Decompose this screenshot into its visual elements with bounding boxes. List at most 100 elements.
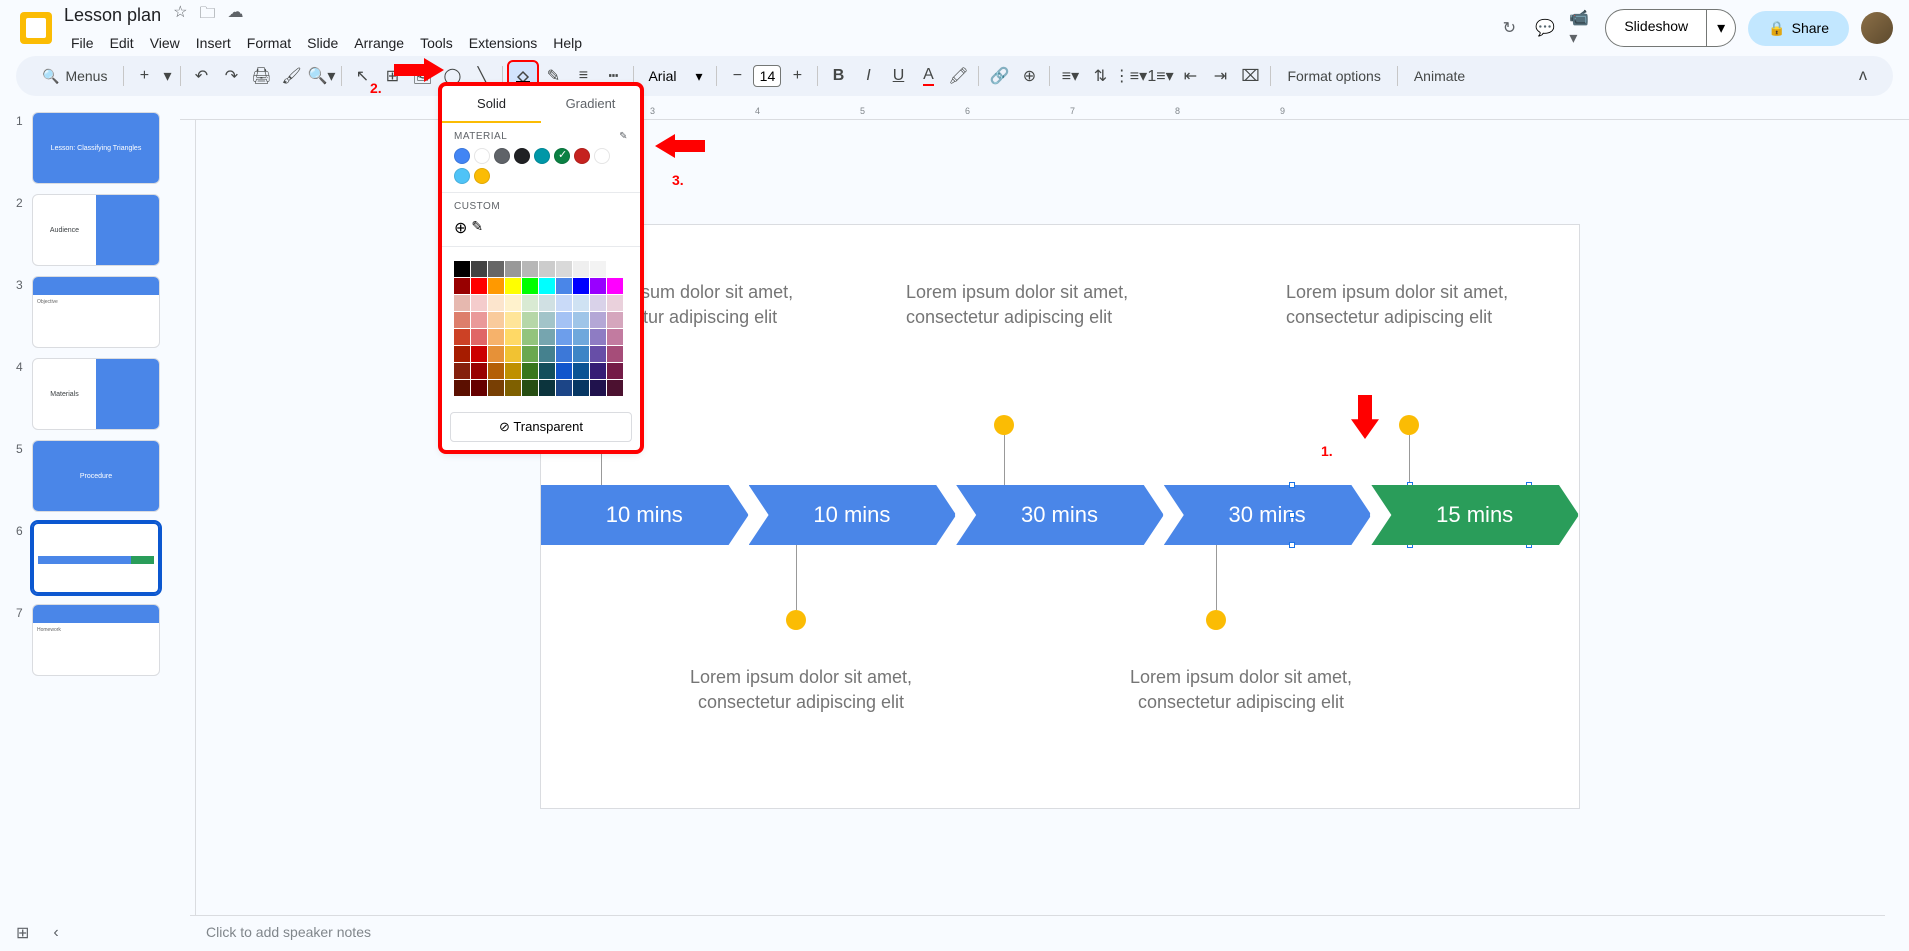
palette-swatch[interactable]: [556, 295, 572, 311]
palette-swatch[interactable]: [454, 329, 470, 345]
text-block-top-3[interactable]: Lorem ipsum dolor sit amet, consectetur …: [1286, 280, 1536, 330]
menu-help[interactable]: Help: [546, 31, 589, 55]
palette-swatch[interactable]: [454, 278, 470, 294]
palette-swatch[interactable]: [454, 261, 470, 277]
redo-button[interactable]: ↷: [217, 62, 245, 90]
palette-swatch[interactable]: [505, 312, 521, 328]
menu-file[interactable]: File: [64, 31, 101, 55]
slide-thumb-2[interactable]: Audience: [32, 194, 160, 266]
material-swatch[interactable]: [494, 148, 510, 164]
palette-swatch[interactable]: [454, 312, 470, 328]
palette-swatch[interactable]: [488, 380, 504, 396]
palette-swatch[interactable]: [488, 329, 504, 345]
eyedropper-button[interactable]: ✎: [471, 218, 483, 238]
document-title[interactable]: Lesson plan: [64, 5, 161, 26]
palette-swatch[interactable]: [505, 329, 521, 345]
palette-swatch[interactable]: [607, 380, 623, 396]
palette-swatch[interactable]: [454, 295, 470, 311]
add-custom-color-button[interactable]: ⊕: [454, 218, 467, 238]
palette-swatch[interactable]: [522, 312, 538, 328]
timeline-dot[interactable]: [786, 610, 806, 630]
new-slide-dropdown[interactable]: ▾: [160, 62, 174, 90]
search-menus[interactable]: 🔍Menus: [32, 64, 117, 89]
star-icon[interactable]: ☆: [173, 2, 187, 29]
palette-swatch[interactable]: [539, 261, 555, 277]
palette-swatch[interactable]: [505, 278, 521, 294]
palette-swatch[interactable]: [573, 329, 589, 345]
palette-swatch[interactable]: [539, 329, 555, 345]
grid-view-icon[interactable]: ⊞: [16, 923, 29, 943]
material-swatch[interactable]: [574, 148, 590, 164]
indent-decrease-button[interactable]: ⇤: [1176, 62, 1204, 90]
palette-swatch[interactable]: [488, 346, 504, 362]
font-size-input[interactable]: [753, 65, 781, 87]
chevron-1[interactable]: 10 mins: [541, 485, 749, 545]
bullet-list-button[interactable]: ⋮≡▾: [1116, 62, 1144, 90]
palette-swatch[interactable]: [590, 261, 606, 277]
number-list-button[interactable]: 1≡▾: [1146, 62, 1174, 90]
edit-icon[interactable]: ✎: [619, 131, 628, 142]
chevron-4[interactable]: 30 mins: [1164, 485, 1372, 545]
palette-swatch[interactable]: [522, 278, 538, 294]
palette-swatch[interactable]: [505, 363, 521, 379]
timeline-dot[interactable]: [1206, 610, 1226, 630]
material-swatch[interactable]: [514, 148, 530, 164]
palette-swatch[interactable]: [556, 261, 572, 277]
palette-swatch[interactable]: [539, 295, 555, 311]
material-swatch[interactable]: [594, 148, 610, 164]
line-spacing-button[interactable]: ⇅: [1086, 62, 1114, 90]
palette-swatch[interactable]: [522, 329, 538, 345]
speaker-notes[interactable]: Click to add speaker notes: [190, 915, 1885, 951]
palette-swatch[interactable]: [539, 363, 555, 379]
palette-swatch[interactable]: [556, 329, 572, 345]
slide-canvas[interactable]: Lorem ipsum dolor sit amet, consectetur …: [540, 224, 1580, 809]
slideshow-dropdown[interactable]: ▾: [1707, 9, 1736, 47]
material-swatch[interactable]: [474, 148, 490, 164]
palette-swatch[interactable]: [607, 278, 623, 294]
slideshow-button[interactable]: Slideshow: [1605, 9, 1707, 47]
palette-swatch[interactable]: [471, 278, 487, 294]
palette-swatch[interactable]: [573, 380, 589, 396]
selection-handle[interactable]: [1289, 482, 1295, 488]
palette-swatch[interactable]: [539, 278, 555, 294]
palette-swatch[interactable]: [539, 312, 555, 328]
menu-slide[interactable]: Slide: [300, 31, 345, 55]
palette-swatch[interactable]: [590, 380, 606, 396]
palette-swatch[interactable]: [590, 295, 606, 311]
palette-swatch[interactable]: [573, 278, 589, 294]
font-family-select[interactable]: Arial▾: [640, 64, 710, 89]
menu-edit[interactable]: Edit: [103, 31, 141, 55]
palette-swatch[interactable]: [590, 278, 606, 294]
share-button[interactable]: 🔒 Share: [1748, 11, 1849, 46]
palette-swatch[interactable]: [488, 295, 504, 311]
palette-swatch[interactable]: [607, 346, 623, 362]
chevron-2[interactable]: 10 mins: [749, 485, 957, 545]
collapse-toolbar-button[interactable]: ʌ: [1849, 62, 1877, 90]
palette-swatch[interactable]: [539, 346, 555, 362]
align-button[interactable]: ≡▾: [1056, 62, 1084, 90]
selection-handle[interactable]: [1289, 542, 1295, 548]
palette-swatch[interactable]: [556, 363, 572, 379]
palette-swatch[interactable]: [556, 346, 572, 362]
palette-swatch[interactable]: [522, 295, 538, 311]
palette-swatch[interactable]: [488, 363, 504, 379]
text-block-top-2[interactable]: Lorem ipsum dolor sit amet, consectetur …: [906, 280, 1156, 330]
text-block-bot-2[interactable]: Lorem ipsum dolor sit amet, consectetur …: [1116, 665, 1366, 715]
menu-view[interactable]: View: [143, 31, 187, 55]
palette-swatch[interactable]: [505, 380, 521, 396]
paint-format-button[interactable]: 🖌: [277, 62, 305, 90]
palette-swatch[interactable]: [556, 278, 572, 294]
palette-swatch[interactable]: [454, 363, 470, 379]
tab-gradient[interactable]: Gradient: [541, 86, 640, 123]
palette-swatch[interactable]: [590, 363, 606, 379]
palette-swatch[interactable]: [471, 329, 487, 345]
palette-swatch[interactable]: [488, 261, 504, 277]
palette-swatch[interactable]: [522, 261, 538, 277]
palette-swatch[interactable]: [607, 363, 623, 379]
transparent-button[interactable]: ⊘ Transparent: [450, 412, 632, 442]
palette-swatch[interactable]: [573, 261, 589, 277]
text-block-bot-1[interactable]: Lorem ipsum dolor sit amet, consectetur …: [676, 665, 926, 715]
palette-swatch[interactable]: [471, 363, 487, 379]
print-button[interactable]: 🖨: [247, 62, 275, 90]
palette-swatch[interactable]: [488, 278, 504, 294]
